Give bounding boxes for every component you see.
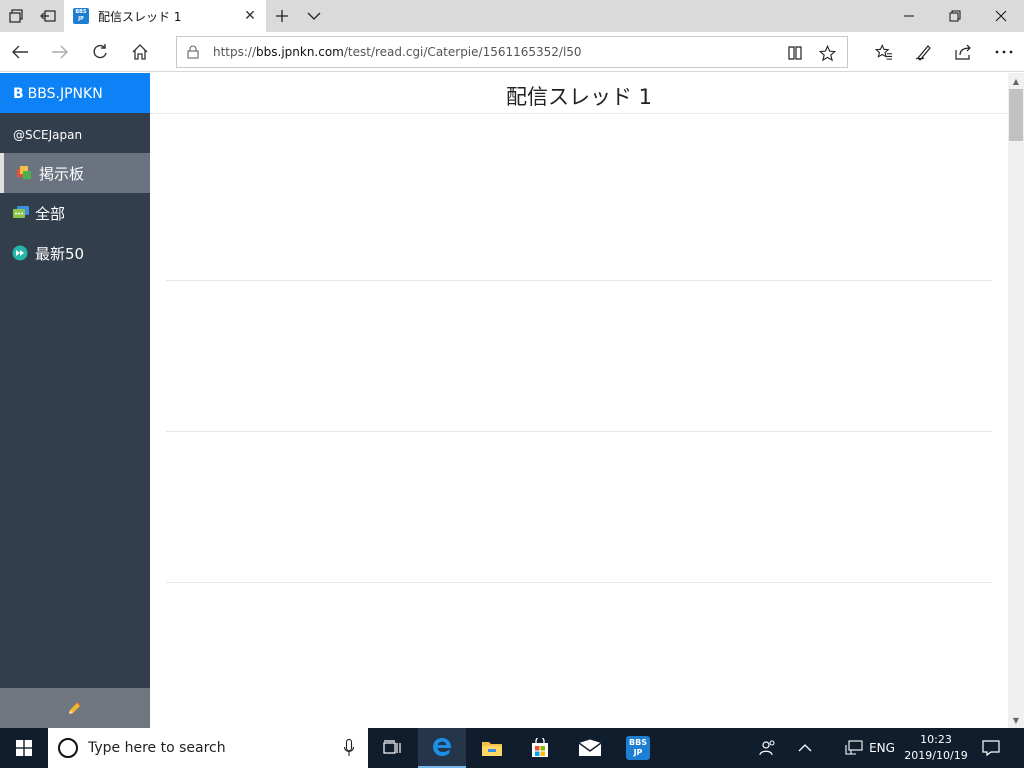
close-tab-icon[interactable]: ✕ <box>240 6 260 26</box>
address-bar[interactable]: https://bbs.jpnkn.com/test/read.cgi/Cate… <box>176 36 848 68</box>
boards-icon <box>16 165 32 181</box>
page-title: 配信スレッド 1 <box>505 85 653 109</box>
post-divider <box>166 582 992 583</box>
sidebar-item-label: 全部 <box>35 204 66 223</box>
url-text: https://bbs.jpnkn.com/test/read.cgi/Cate… <box>213 45 582 59</box>
pencil-icon <box>69 702 81 714</box>
compose-button[interactable] <box>0 688 150 728</box>
restore-icon[interactable] <box>932 0 978 32</box>
scroll-thumb[interactable] <box>1009 89 1023 141</box>
sidebar-item-all[interactable]: 全部 <box>0 193 150 233</box>
page-scrollbar[interactable]: ▲ ▼ <box>1008 73 1024 728</box>
favorite-star-icon[interactable] <box>817 43 837 63</box>
bbs-favicon-icon: BBS JP <box>73 8 89 24</box>
post-divider <box>166 431 992 432</box>
system-clock[interactable]: 10:23 2019/10/19 <box>900 732 972 764</box>
thread-content: 配信スレッド 1 <box>150 73 1008 728</box>
reading-view-icon[interactable] <box>785 43 805 63</box>
sidebar: B BBS.JPNKN @SCEJapan 掲示板 全部 最新50 <box>0 73 150 728</box>
chat-icon <box>12 205 29 221</box>
user-handle: @SCEJapan <box>13 128 83 142</box>
windows-logo-icon <box>16 740 32 756</box>
home-icon[interactable] <box>120 36 160 68</box>
clock-time: 10:23 <box>920 733 952 746</box>
url-host: bbs.jpnkn.com <box>256 45 344 59</box>
clock-date: 2019/10/19 <box>904 749 968 762</box>
navigation-bar: https://bbs.jpnkn.com/test/read.cgi/Cate… <box>0 32 1024 72</box>
taskbar: Type here to search BBS JP ENG 10:23 201… <box>0 728 1024 768</box>
more-options-icon[interactable] <box>984 36 1024 68</box>
refresh-icon[interactable] <box>80 36 120 68</box>
sidebar-item-boards[interactable]: 掲示板 <box>0 153 150 193</box>
people-icon[interactable] <box>752 728 784 768</box>
forward-icon[interactable] <box>40 36 80 68</box>
lock-icon <box>187 45 199 59</box>
back-icon[interactable] <box>0 36 40 68</box>
bbs-app-badge: BBS JP <box>626 736 650 760</box>
taskbar-search-box[interactable]: Type here to search <box>48 728 368 768</box>
new-tab-icon[interactable] <box>266 0 298 32</box>
mail-icon[interactable] <box>566 728 614 768</box>
url-prefix: https:// <box>213 45 257 59</box>
tab-strip: BBS JP 配信スレッド 1 ✕ <box>0 0 1024 32</box>
bbs-app-icon[interactable]: BBS JP <box>614 728 662 768</box>
url-path: /test/read.cgi/Caterpie/1561165352/l50 <box>343 45 582 59</box>
web-notes-pen-icon[interactable] <box>904 36 944 68</box>
search-placeholder: Type here to search <box>88 740 226 756</box>
title-divider <box>150 113 1008 114</box>
sidebar-item-label: 最新50 <box>35 244 85 263</box>
tab-preview-chevron-down-icon[interactable] <box>298 0 330 32</box>
tab-title: 配信スレッド 1 <box>98 10 182 24</box>
fast-forward-icon <box>12 245 28 261</box>
set-tabs-aside-icon[interactable] <box>32 0 64 32</box>
action-center-icon[interactable] <box>976 728 1006 768</box>
microphone-icon[interactable] <box>344 739 354 757</box>
brand-name: BBS.JPNKN <box>27 86 103 102</box>
file-explorer-icon[interactable] <box>468 728 516 768</box>
show-hidden-icons-chevron-up-icon[interactable] <box>790 728 820 768</box>
input-language[interactable]: ENG <box>866 728 898 768</box>
post-divider <box>166 280 992 281</box>
start-button[interactable] <box>0 728 48 768</box>
tab-manager-icon[interactable] <box>0 0 32 32</box>
scroll-down-arrow-icon[interactable]: ▼ <box>1008 712 1024 728</box>
sidebar-item-label: 掲示板 <box>39 164 85 183</box>
scroll-up-arrow-icon[interactable]: ▲ <box>1008 73 1024 89</box>
cortana-icon <box>58 738 78 758</box>
brand-mark: B <box>13 86 24 102</box>
share-icon[interactable] <box>944 36 984 68</box>
brand-link[interactable]: B BBS.JPNKN <box>0 73 150 113</box>
task-view-icon[interactable] <box>368 728 416 768</box>
favorites-hub-icon[interactable] <box>864 36 904 68</box>
edge-browser-icon[interactable] <box>418 728 466 768</box>
microsoft-store-icon[interactable] <box>516 728 564 768</box>
close-window-icon[interactable] <box>978 0 1024 32</box>
browser-tab[interactable]: BBS JP 配信スレッド 1 ✕ <box>64 0 266 32</box>
sidebar-item-latest50[interactable]: 最新50 <box>0 233 150 273</box>
minimize-icon[interactable] <box>886 0 932 32</box>
